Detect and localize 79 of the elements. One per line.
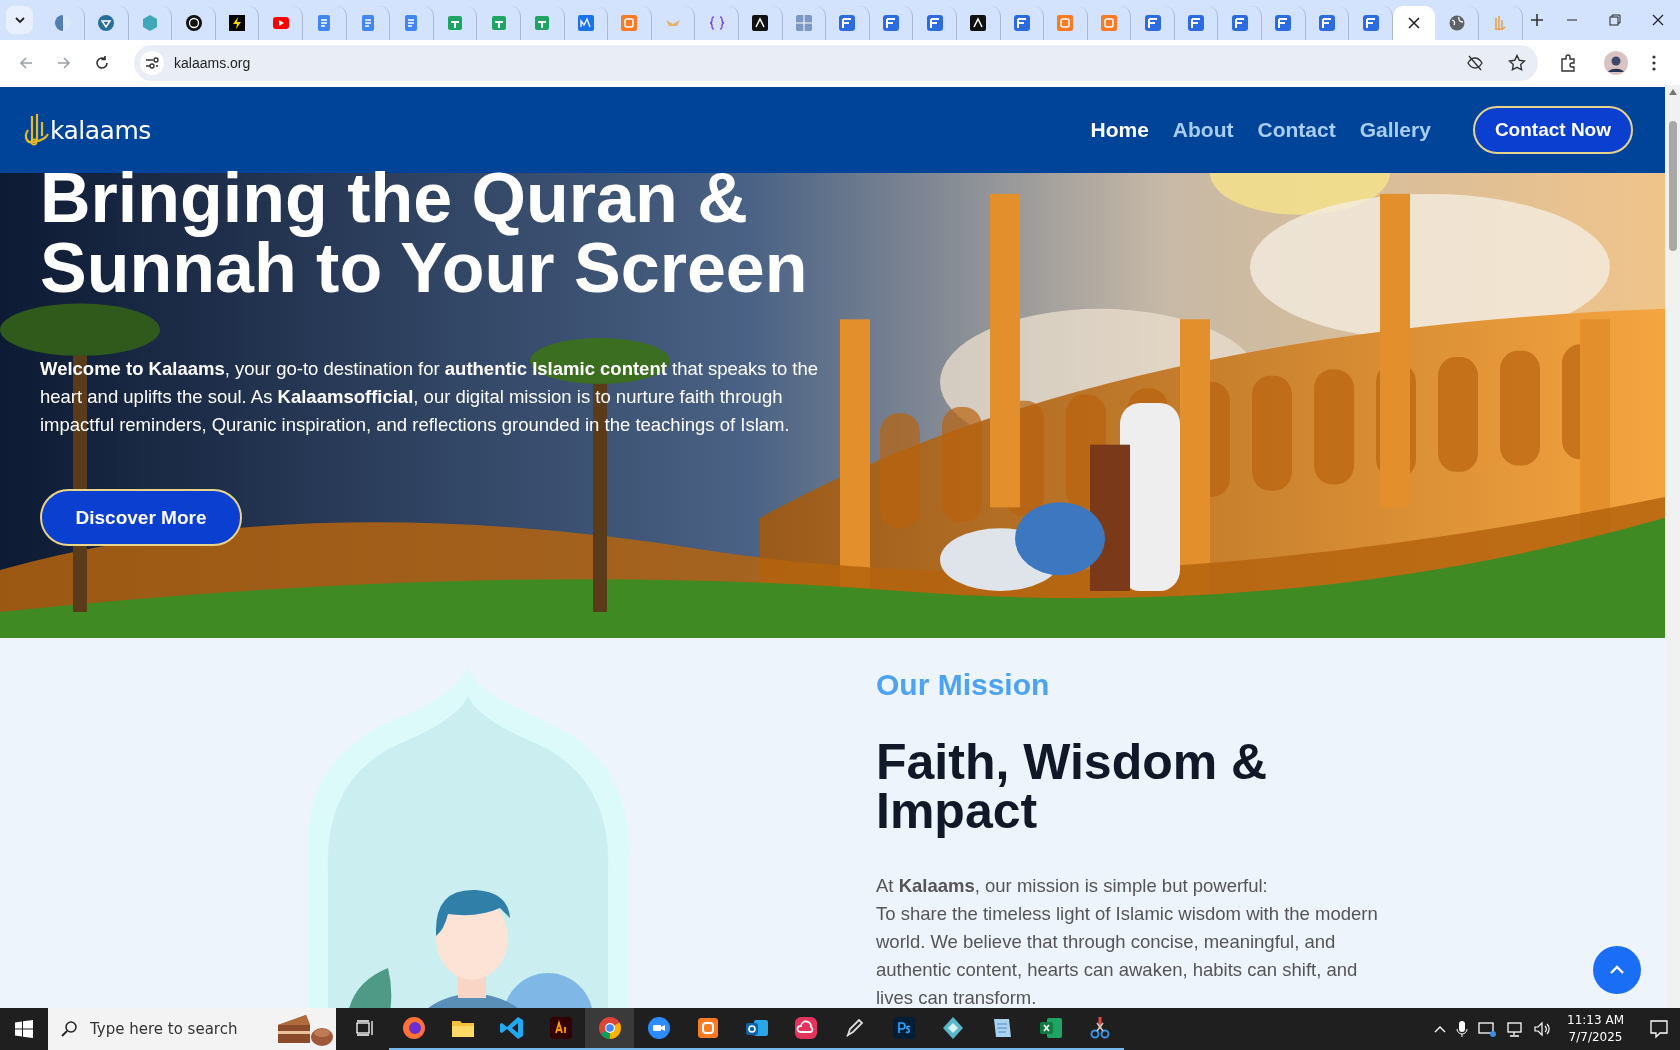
close-icon bbox=[1652, 14, 1665, 26]
form-icon bbox=[1274, 14, 1293, 32]
square-logo-icon bbox=[1100, 14, 1118, 32]
forward-arrow-icon bbox=[56, 54, 72, 71]
site-settings-icon[interactable] bbox=[140, 50, 164, 75]
code-editor-icon bbox=[498, 1015, 525, 1041]
close-icon bbox=[1408, 17, 1421, 29]
mission-heading: Faith, Wisdom & Impact bbox=[876, 738, 1269, 836]
search-input[interactable]: Type here to search bbox=[88, 1019, 264, 1039]
spreadsheet-icon bbox=[1037, 1015, 1064, 1041]
square-app-icon bbox=[890, 1015, 917, 1041]
taskbar-search-field[interactable]: Type here to search bbox=[48, 1008, 336, 1050]
person-silhouette-icon bbox=[1604, 50, 1628, 75]
restore-icon bbox=[1609, 14, 1622, 26]
braces-icon bbox=[707, 14, 726, 32]
chevron-down-icon bbox=[13, 14, 26, 26]
form-icon bbox=[1012, 14, 1031, 32]
back-arrow-icon bbox=[18, 54, 34, 71]
grid-icon bbox=[794, 14, 813, 32]
globe-icon bbox=[53, 14, 72, 32]
form-icon bbox=[1361, 14, 1380, 32]
form-icon bbox=[1143, 14, 1162, 32]
tab-search-button[interactable] bbox=[6, 6, 34, 34]
taskbar-app-button[interactable] bbox=[585, 1008, 634, 1050]
logo-text: kalaams bbox=[50, 115, 151, 145]
mission-paragraph: At Kalaams, our mission is simple but powerful: bbox=[876, 874, 1269, 898]
square-logo-icon bbox=[1056, 14, 1075, 32]
play-icon bbox=[271, 14, 290, 32]
star-icon[interactable] bbox=[1508, 53, 1526, 72]
mission-paragraph: To share the timeless light of Islamic wisdom with the modern world. We believe that through concise, meaningful, and authentic content, hearts can awaken, habits can shift, and lives can transform. bbox=[876, 902, 1379, 1008]
search-icon bbox=[60, 1020, 78, 1038]
fox-icon bbox=[400, 1015, 427, 1041]
square-app-icon bbox=[547, 1015, 574, 1041]
square-logo-icon bbox=[620, 14, 639, 32]
chart-icon bbox=[576, 14, 595, 32]
spreadsheet-icon bbox=[533, 14, 552, 32]
page-scrollbar[interactable] bbox=[1665, 85, 1680, 1008]
cloud-icon bbox=[792, 1015, 819, 1041]
url-text: kalaams.org bbox=[174, 54, 252, 71]
address-bar[interactable]: kalaams.org bbox=[134, 44, 1538, 81]
form-icon bbox=[1187, 14, 1206, 32]
nav-link[interactable]: About bbox=[1172, 118, 1234, 142]
video-call-icon bbox=[645, 1015, 672, 1041]
nav-link[interactable]: Gallery bbox=[1359, 118, 1431, 142]
nav-link[interactable]: Contact bbox=[1257, 118, 1336, 142]
clock-time: 11:13 AM bbox=[1567, 1012, 1624, 1029]
form-icon bbox=[1317, 14, 1336, 32]
square-logo-icon bbox=[969, 14, 988, 32]
form-icon bbox=[838, 14, 857, 32]
contact-now-button[interactable]: Contact Now bbox=[1472, 106, 1633, 154]
plus-icon bbox=[1529, 13, 1544, 27]
hexagon-icon bbox=[140, 14, 159, 32]
scrollbar-thumb[interactable] bbox=[1668, 121, 1677, 251]
microphone-icon[interactable] bbox=[1455, 1020, 1470, 1038]
browser-icon bbox=[596, 1015, 623, 1041]
nav-link[interactable]: Home bbox=[1090, 118, 1149, 142]
hero-description: Welcome to Kalaams, your go-to destination for authentic Islamic content that speaks to the heart and uplifts the soul. As Kalaamsofficial, our digital mission is to nurture faith through impactful reminders, Quranic inspiration, and reflections grounded in the teachings of Islam. bbox=[40, 357, 820, 437]
task-view-icon bbox=[355, 1020, 374, 1036]
section-eyebrow: Our Mission bbox=[876, 668, 1051, 702]
discover-more-button[interactable]: Discover More bbox=[40, 489, 242, 546]
scroll-up-arrow-icon[interactable] bbox=[1668, 89, 1677, 95]
bolt-icon bbox=[228, 14, 247, 32]
hero-heading: Bringing the Quran & Sunnah to Your Screen bbox=[40, 163, 809, 303]
globe-icon bbox=[1447, 14, 1466, 32]
form-icon bbox=[882, 14, 900, 32]
more-dots-icon bbox=[1652, 54, 1656, 71]
logo-mark-icon bbox=[22, 112, 50, 148]
puzzle-icon bbox=[1559, 53, 1577, 72]
spreadsheet-icon bbox=[489, 14, 508, 32]
reload-icon bbox=[94, 54, 110, 71]
form-icon bbox=[925, 14, 944, 32]
form-icon bbox=[1230, 14, 1249, 32]
circle-logo-icon bbox=[97, 14, 116, 32]
spreadsheet-icon bbox=[446, 14, 465, 32]
display-icon[interactable] bbox=[1477, 1020, 1498, 1038]
eye-slash-icon[interactable] bbox=[1466, 53, 1484, 72]
square-logo-icon bbox=[751, 14, 770, 32]
clock-date: 7/7/2025 bbox=[1568, 1029, 1623, 1046]
windows-logo-icon bbox=[15, 1020, 33, 1038]
